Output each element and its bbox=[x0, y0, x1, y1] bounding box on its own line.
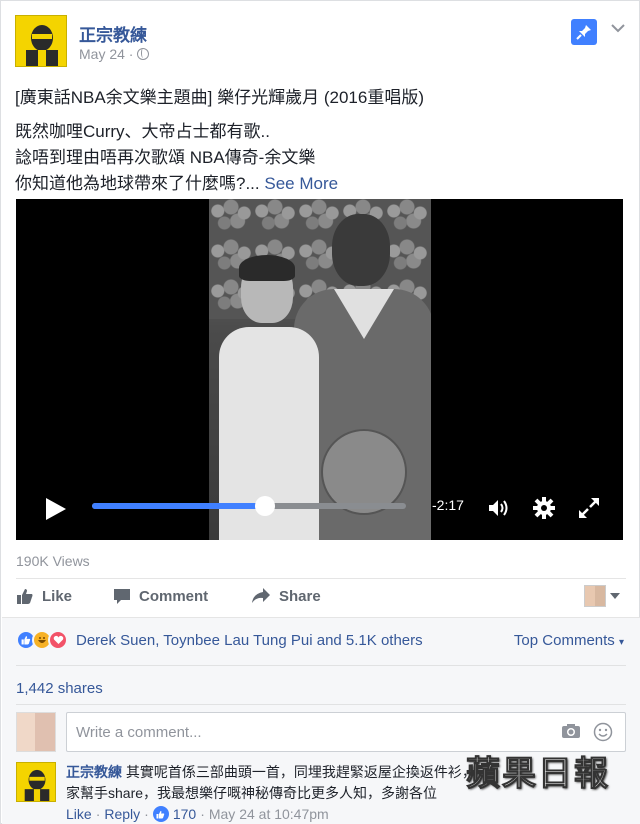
thumbs-up-icon bbox=[152, 806, 169, 822]
comment-footer: Like · Reply · 170 · May 24 at 10:47pm bbox=[66, 806, 329, 822]
share-count[interactable]: 1,442 shares bbox=[16, 680, 103, 697]
post-line: 諗唔到理由唔再次歌頌 NBA傳奇-余文樂 bbox=[15, 148, 316, 167]
heart-reaction-icon bbox=[48, 630, 68, 650]
comment-reply-link[interactable]: Reply bbox=[104, 806, 140, 822]
post-meta: May 24 · bbox=[79, 46, 150, 62]
divider bbox=[16, 665, 626, 666]
reactions-names[interactable]: Derek Suen, Toynbee Lau Tung Pui and 5.1… bbox=[76, 632, 423, 649]
comment-input[interactable] bbox=[76, 722, 536, 742]
thumbs-up-icon bbox=[17, 589, 33, 604]
post-card: 正宗教練 May 24 · [廣東話NBA余文樂主題曲] 樂仔光輝歲月 (201… bbox=[0, 0, 640, 824]
share-label: Share bbox=[279, 587, 321, 605]
post-line-text: 你知道他為地球帶來了什麼嗎?... bbox=[15, 174, 265, 193]
newspaper-watermark: 蘋果日報 bbox=[466, 754, 610, 795]
comment-text: 其實呢首係三部曲頭一首，同埋我趕緊返屋企換返件衫， bbox=[122, 764, 476, 780]
comment-icon bbox=[114, 589, 130, 604]
comment-author[interactable]: 正宗教練 bbox=[66, 764, 122, 780]
page-avatar[interactable] bbox=[15, 15, 67, 67]
fullscreen-icon[interactable] bbox=[576, 495, 602, 521]
post-line: 你知道他為地球帶來了什麼嗎?... See More bbox=[15, 171, 627, 197]
comment-timestamp[interactable]: May 24 at 10:47pm bbox=[209, 806, 329, 822]
video-player[interactable]: -2:17 bbox=[16, 199, 623, 540]
video-progress-bar[interactable] bbox=[92, 496, 406, 516]
globe-icon bbox=[137, 48, 150, 60]
post-date[interactable]: May 24 · bbox=[79, 46, 133, 62]
share-button[interactable]: Share bbox=[251, 587, 321, 605]
divider bbox=[16, 704, 626, 705]
top-comments-label: Top Comments bbox=[513, 632, 615, 649]
play-icon[interactable] bbox=[46, 498, 66, 520]
caret-down-icon: ▾ bbox=[618, 637, 624, 648]
top-comments-dropdown[interactable]: Top Comments ▾ bbox=[514, 632, 624, 649]
pin-button[interactable] bbox=[571, 19, 597, 45]
divider bbox=[16, 578, 626, 579]
comment-label: Comment bbox=[139, 587, 209, 605]
view-count: 190K Views bbox=[16, 553, 90, 569]
volume-icon[interactable] bbox=[487, 495, 513, 521]
video-controls: -2:17 bbox=[16, 489, 623, 529]
page-name[interactable]: 正宗教練 bbox=[79, 21, 147, 46]
post-line: 既然咖哩Curry、大帝占士都有歌.. bbox=[15, 122, 270, 141]
post-text: [廣東話NBA余文樂主題曲] 樂仔光輝歲月 (2016重唱版) 既然咖哩Curr… bbox=[15, 85, 627, 197]
camera-icon[interactable] bbox=[561, 723, 581, 739]
comment-like-link[interactable]: Like bbox=[66, 806, 92, 822]
emoji-icon[interactable] bbox=[593, 722, 613, 742]
commenter-avatar[interactable] bbox=[16, 762, 56, 802]
posting-as-selector[interactable] bbox=[584, 585, 620, 607]
see-more-link[interactable]: See More bbox=[264, 174, 338, 193]
action-bar: Like Comment Share bbox=[16, 581, 626, 613]
video-scrubber-handle[interactable] bbox=[254, 496, 275, 516]
post-header: 正宗教練 May 24 · bbox=[15, 15, 627, 69]
reactions-summary[interactable]: Derek Suen, Toynbee Lau Tung Pui and 5.1… bbox=[16, 630, 423, 650]
caret-down-icon bbox=[610, 593, 620, 599]
mini-avatar bbox=[584, 585, 606, 607]
like-button[interactable]: Like bbox=[16, 587, 72, 605]
comment-button[interactable]: Comment bbox=[113, 587, 208, 605]
comment-like-count[interactable]: 170 bbox=[173, 806, 196, 822]
chevron-down-icon[interactable] bbox=[611, 21, 625, 35]
video-progress-fill bbox=[92, 503, 265, 509]
video-time-remaining: -2:17 bbox=[432, 497, 464, 513]
like-label: Like bbox=[42, 587, 73, 605]
current-user-avatar bbox=[16, 712, 56, 752]
post-title-line: [廣東話NBA余文樂主題曲] 樂仔光輝歲月 (2016重唱版) bbox=[15, 88, 424, 107]
pin-icon bbox=[576, 25, 591, 40]
gear-icon[interactable] bbox=[531, 495, 557, 521]
share-arrow-icon bbox=[252, 588, 270, 603]
